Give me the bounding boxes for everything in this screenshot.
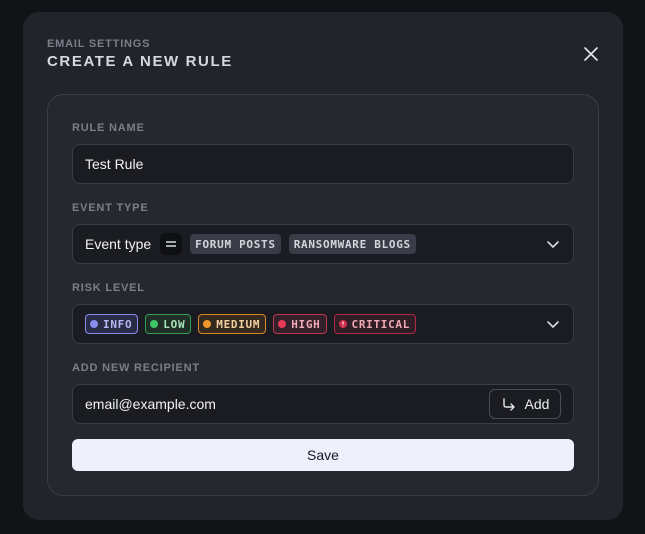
event-type-label: EVENT TYPE [72,202,149,214]
risk-badge-medium-label: MEDIUM [216,317,261,331]
risk-badge-low[interactable]: LOW [145,314,192,334]
medium-dot-icon [203,320,212,328]
enter-arrow-icon [502,398,515,411]
chevron-down-icon [547,241,559,248]
modal-title: CREATE A NEW RULE [47,53,233,70]
add-recipient-button[interactable]: Add [489,389,561,419]
recipient-placeholder: email@example.com [85,396,216,412]
equals-icon [160,233,183,255]
rule-name-input[interactable]: Test Rule [72,144,574,184]
event-type-prefix: Event type [85,236,152,252]
create-rule-modal: EMAIL SETTINGS CREATE A NEW RULE RULE NA… [23,12,623,520]
recipient-label: ADD NEW RECIPIENT [72,362,200,374]
add-button-label: Add [524,396,550,412]
low-dot-icon [150,320,159,328]
rule-name-value: Test Rule [85,156,144,172]
info-dot-icon [90,320,98,328]
rule-form-panel: RULE NAME Test Rule EVENT TYPE Event typ… [47,94,599,496]
risk-badge-critical-label: CRITICAL [351,317,411,331]
risk-badge-high-label: HIGH [291,317,321,331]
event-tag-ransomware-blogs[interactable]: RANSOMWARE BLOGS [288,234,416,254]
save-button[interactable]: Save [72,439,574,471]
recipient-email-input[interactable]: email@example.com Add [72,384,574,424]
chevron-down-icon [547,321,559,328]
modal-subtitle: EMAIL SETTINGS [47,38,151,50]
risk-level-label: RISK LEVEL [72,282,145,294]
high-dot-icon [278,320,287,328]
risk-badge-info-label: INFO [103,317,133,331]
close-icon [584,47,598,61]
risk-badge-info[interactable]: INFO [85,314,139,334]
event-type-select[interactable]: Event type FORUM POSTS RANSOMWARE BLOGS [72,224,574,264]
critical-alert-icon [338,320,347,328]
rule-name-label: RULE NAME [72,122,145,134]
risk-badge-high[interactable]: HIGH [273,314,327,334]
risk-badge-low-label: LOW [163,317,186,331]
risk-badge-critical[interactable]: CRITICAL [333,314,417,334]
close-button[interactable] [579,42,603,66]
event-tag-forum-posts[interactable]: FORUM POSTS [190,234,281,254]
risk-badge-medium[interactable]: MEDIUM [198,314,267,334]
risk-level-select[interactable]: INFO LOW MEDIUM HIGH CRITICAL [72,304,574,344]
